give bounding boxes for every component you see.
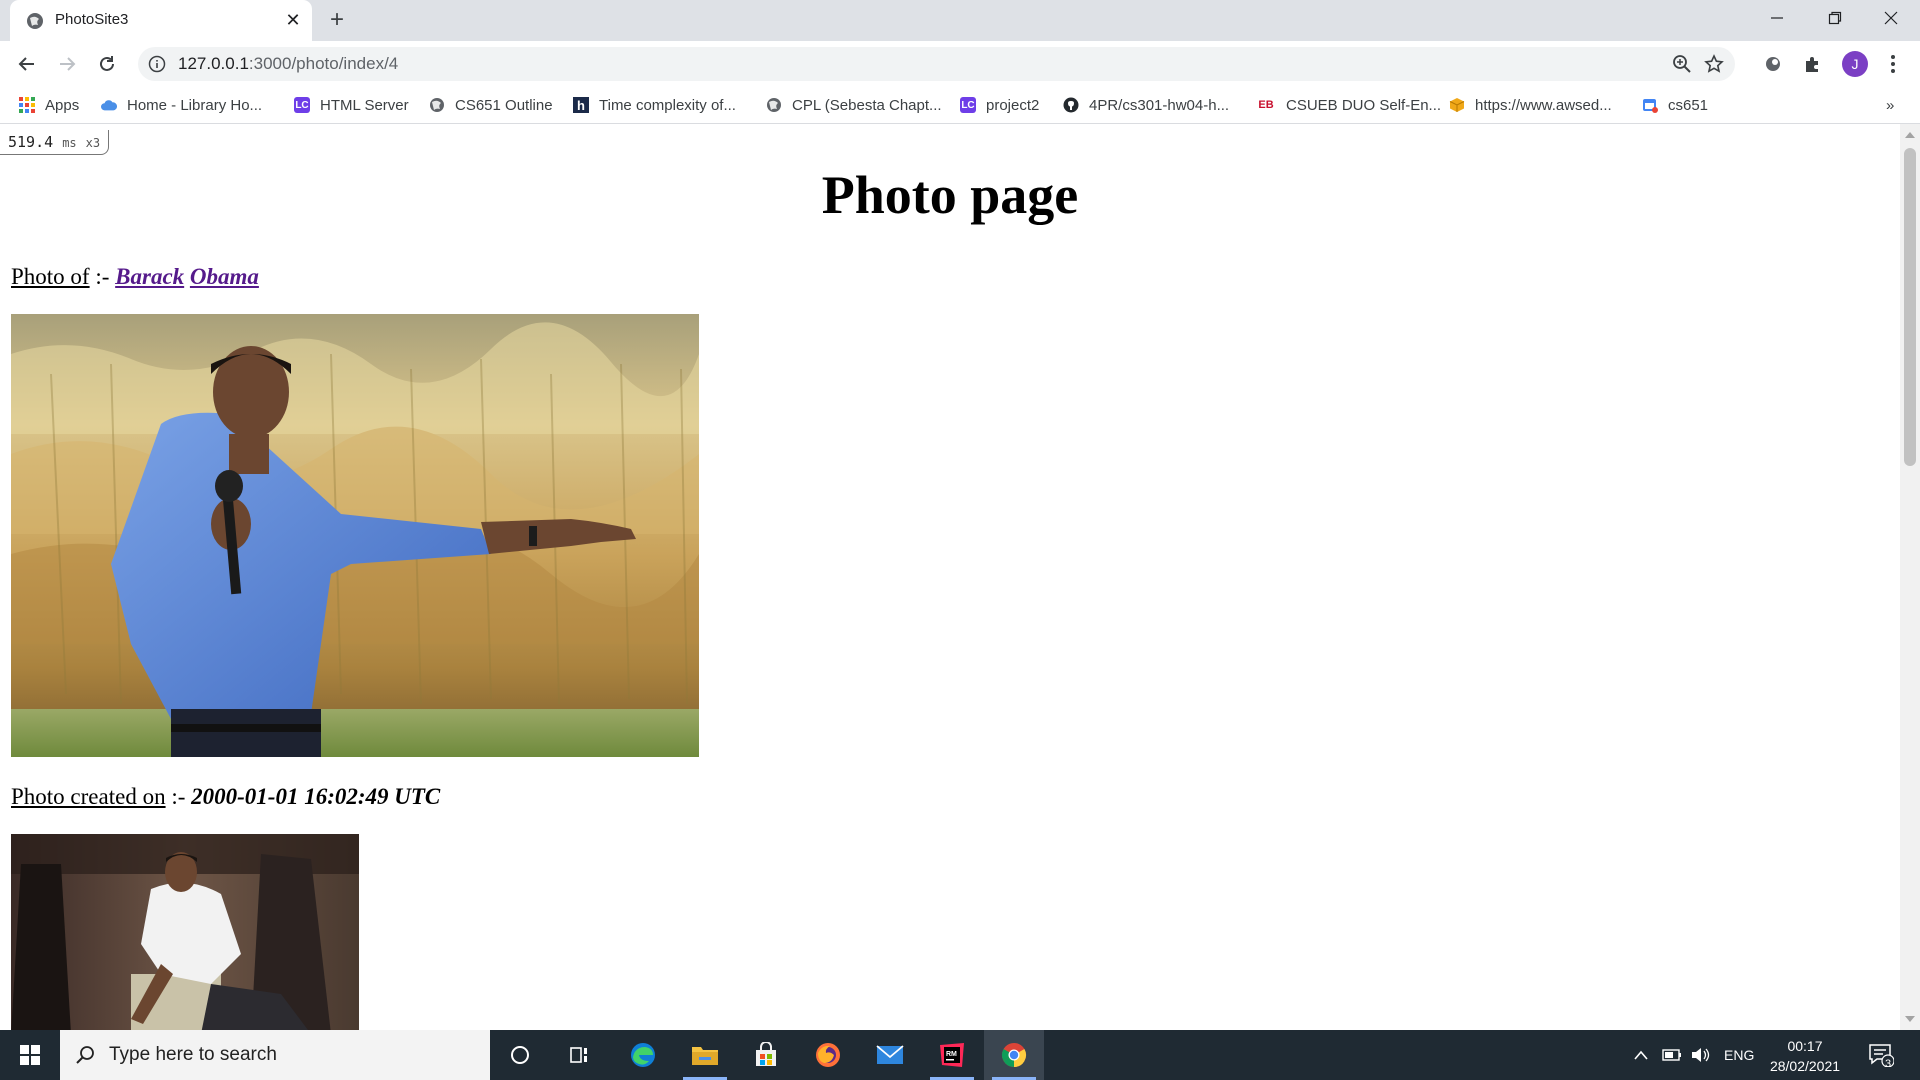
scroll-down-arrow-icon[interactable]: [1905, 1016, 1915, 1022]
browser-toolbar: 127.0.0.1:3000/photo/index/4 J: [0, 41, 1920, 87]
lc-icon: LC: [960, 97, 976, 113]
mail-icon[interactable]: [860, 1030, 920, 1080]
github-icon: [1063, 97, 1079, 113]
task-view-icon[interactable]: [550, 1030, 610, 1080]
edge-browser-icon[interactable]: [613, 1030, 673, 1080]
menu-dots-icon[interactable]: [1882, 53, 1904, 75]
render-timer-badge[interactable]: 519.4 ms x3: [0, 130, 110, 155]
bookmark-cs651-outline[interactable]: CS651 Outline: [429, 95, 553, 115]
restore-icon[interactable]: [1806, 0, 1864, 36]
bookmark-csueb-duo[interactable]: EB CSUEB DUO Self-En...: [1256, 95, 1441, 115]
close-window-icon[interactable]: [1862, 0, 1920, 36]
notifications-icon[interactable]: 3: [1868, 1030, 1894, 1080]
bookmark-star-icon[interactable]: [1704, 54, 1724, 74]
main-photo: [11, 314, 699, 757]
bookmarks-overflow-chevron-icon[interactable]: »: [1886, 95, 1894, 115]
last-name-link[interactable]: Obama: [190, 264, 259, 289]
bookmark-cs651[interactable]: cs651: [1642, 95, 1708, 115]
bookmark-project2[interactable]: LC project2: [960, 95, 1039, 115]
info-icon[interactable]: [148, 55, 166, 73]
globe-icon: [766, 97, 782, 113]
tab-strip: PhotoSite3 ✕ +: [0, 0, 1920, 41]
extensions-puzzle-icon[interactable]: [1802, 53, 1824, 75]
photo-of-row: Photo of :- Barack Obama: [11, 264, 259, 290]
volume-icon[interactable]: [1691, 1030, 1711, 1080]
windows-taskbar: Type here to search RM ENG 00:17 28/02/2…: [0, 1030, 1920, 1080]
close-tab-icon[interactable]: ✕: [283, 10, 303, 30]
microsoft-store-icon[interactable]: [736, 1030, 796, 1080]
scroll-up-arrow-icon[interactable]: [1905, 132, 1915, 138]
file-explorer-icon[interactable]: [675, 1030, 735, 1080]
language-indicator[interactable]: ENG: [1724, 1030, 1754, 1080]
tab-photosite3[interactable]: PhotoSite3 ✕: [10, 0, 312, 41]
calendar-icon: [1642, 97, 1658, 113]
cortana-circle-icon[interactable]: [490, 1030, 550, 1080]
notification-count: 3: [1885, 1058, 1892, 1070]
windows-start-icon[interactable]: [0, 1030, 60, 1080]
separator: :-: [95, 264, 110, 289]
tray-chevron-up-icon[interactable]: [1634, 1030, 1648, 1080]
address-bar[interactable]: 127.0.0.1:3000/photo/index/4: [138, 47, 1735, 81]
new-tab-plus-icon[interactable]: +: [325, 8, 349, 32]
forward-arrow-icon[interactable]: [53, 50, 81, 78]
search-icon: [76, 1046, 94, 1064]
h-icon: h: [573, 97, 589, 113]
chrome-icon[interactable]: [984, 1030, 1044, 1080]
bookmark-4pr-cs301[interactable]: 4PR/cs301-hw04-h...: [1063, 95, 1229, 115]
extension-circle-icon[interactable]: [1762, 53, 1784, 75]
eb-icon: EB: [1258, 99, 1274, 111]
cloud-icon: [101, 97, 117, 113]
page-viewport: 519.4 ms x3 Photo page Photo of :- Barac…: [0, 124, 1900, 1030]
zoom-icon[interactable]: [1672, 54, 1692, 74]
minimize-icon[interactable]: [1748, 0, 1806, 36]
firefox-icon[interactable]: [798, 1030, 858, 1080]
created-date: 2000-01-01 16:02:49 UTC: [191, 784, 441, 809]
globe-icon: [27, 13, 43, 29]
apps-grid-icon: [19, 97, 35, 113]
bookmark-home-library[interactable]: Home - Library Ho...: [101, 95, 262, 115]
battery-icon[interactable]: [1662, 1030, 1682, 1080]
package-icon: [1449, 97, 1465, 113]
bookmarks-bar: Apps Home - Library Ho... LC HTML Server…: [0, 87, 1920, 124]
svg-text:RM: RM: [946, 1051, 957, 1058]
photo-created-row: Photo created on :- 2000-01-01 16:02:49 …: [11, 784, 441, 809]
search-placeholder: Type here to search: [109, 1044, 277, 1065]
taskbar-search-box[interactable]: Type here to search: [60, 1030, 490, 1080]
bookmark-cpl-sebesta[interactable]: CPL (Sebesta Chapt...: [766, 95, 942, 115]
bookmark-html-server[interactable]: LC HTML Server: [294, 95, 409, 115]
globe-icon: [429, 97, 445, 113]
bookmark-apps[interactable]: Apps: [19, 95, 79, 115]
tab-title: PhotoSite3: [55, 11, 129, 28]
lc-icon: LC: [294, 97, 310, 113]
scrollbar-thumb[interactable]: [1904, 148, 1916, 466]
second-photo: [11, 834, 359, 1030]
bookmark-time-complexity[interactable]: h Time complexity of...: [573, 95, 736, 115]
profile-avatar[interactable]: J: [1842, 51, 1868, 77]
vertical-scrollbar[interactable]: [1900, 124, 1920, 1030]
taskbar-clock[interactable]: 00:17 28/02/2021: [1760, 1036, 1850, 1076]
created-label: Photo created on: [11, 784, 166, 809]
first-name-link[interactable]: Barack: [115, 264, 184, 289]
bookmark-awsed[interactable]: https://www.awsed...: [1449, 95, 1612, 115]
back-arrow-icon[interactable]: [13, 50, 41, 78]
rubymine-icon[interactable]: RM: [922, 1030, 982, 1080]
photo-of-label: Photo of: [11, 264, 90, 289]
url-text[interactable]: 127.0.0.1:3000/photo/index/4: [178, 54, 398, 74]
reload-icon[interactable]: [93, 50, 121, 78]
page-title: Photo page: [821, 165, 1079, 225]
